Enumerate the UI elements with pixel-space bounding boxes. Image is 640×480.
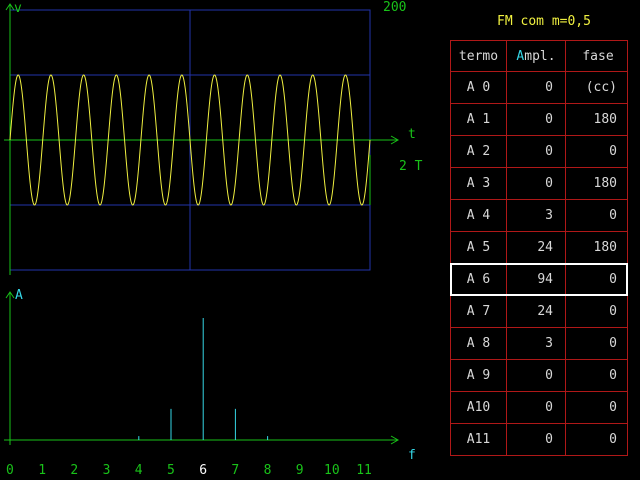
amplitude-cell: 0 [507, 72, 566, 103]
scope-axes [4, 3, 400, 275]
amplitude-cell: 0 [507, 392, 566, 423]
phase-cell: 180 [593, 112, 617, 127]
table-row[interactable]: A10 0 0 [450, 392, 628, 424]
table-title: FM com m=0,5 [497, 14, 591, 29]
term-cell: A 6 [451, 264, 507, 295]
phase-cell: 180 [593, 176, 617, 191]
frequency-tick-5: 5 [167, 463, 175, 478]
table-row[interactable]: A 900 [450, 360, 628, 392]
header-ampl-rest: mpl. [524, 49, 556, 64]
amplitude-cell: 0 [507, 424, 566, 455]
amplitude-cell: 0 [507, 104, 566, 135]
term-cell: A 5 [451, 232, 507, 263]
header-ampl: Ampl. [507, 41, 566, 72]
amplitude-cell: 0 [507, 136, 566, 167]
term-cell: A 2 [451, 136, 507, 167]
header-termo: termo [451, 41, 507, 72]
frequency-tick-10: 10 [324, 463, 340, 478]
phase-cell: 0 [609, 336, 617, 351]
table-row[interactable]: A 83 0 [450, 328, 628, 360]
spectrum-axes [4, 291, 400, 445]
frequency-tick-1: 1 [38, 463, 47, 478]
term-cell: A 8 [451, 328, 507, 359]
term-cell: A 9 [451, 360, 507, 391]
amplitude-cell: 24 [507, 296, 566, 327]
amplitude-cell: 3 [507, 328, 566, 359]
frequency-tick-6: 6 [199, 463, 208, 478]
table-row[interactable]: A 3 0 180 [450, 168, 628, 200]
time-axis-label: t [408, 127, 416, 142]
amplitude-axis-label: A [15, 288, 23, 303]
phase-cell: (cc) [585, 80, 617, 95]
table-header-row: termo Ampl. fase [450, 40, 628, 72]
phase-cell: 0 [609, 144, 617, 159]
phase-cell: 0 [609, 208, 617, 223]
frequency-tick-2: 2 [70, 463, 79, 478]
amplitude-cell: 0 [507, 360, 566, 391]
coefficient-table: termo Ampl. fase A 0 0 (cc) A 1 0 180 A 200A 3… [450, 40, 628, 456]
table-row[interactable]: A 1 0 180 [450, 104, 628, 136]
term-cell: A 3 [451, 168, 507, 199]
table-row[interactable]: A 7 24 0 [450, 296, 628, 328]
amplitude-cell: 94 [507, 264, 566, 295]
voltage-axis-label: v [14, 1, 22, 16]
frequency-axis-label: f [408, 448, 416, 463]
frequency-tick-9: 9 [295, 463, 304, 478]
frequency-tick-0: 0 [6, 463, 14, 478]
table-row[interactable]: A 43 0 [450, 200, 628, 232]
phase-cell: 0 [609, 272, 617, 287]
scale-value-label: 200 [383, 0, 407, 15]
period-label: 2 T [399, 159, 423, 174]
frequency-tick-11: 11 [356, 463, 372, 478]
frequency-tick-3: 3 [102, 463, 111, 478]
table-row[interactable]: A 0 0 (cc) [450, 72, 628, 104]
phase-cell: 0 [609, 304, 617, 319]
amplitude-cell: 24 [507, 232, 566, 263]
header-fase: fase [582, 49, 614, 64]
frequency-tick-4: 4 [134, 463, 143, 478]
phase-cell: 0 [609, 432, 617, 447]
phase-cell: 0 [609, 400, 617, 415]
term-cell: A10 [451, 392, 507, 423]
table-row[interactable]: A11 0 0 [450, 424, 628, 456]
term-cell: A 0 [451, 72, 507, 103]
frequency-tick-8: 8 [263, 463, 272, 478]
amplitude-cell: 0 [507, 168, 566, 199]
table-row[interactable]: A 200 [450, 136, 628, 168]
table-row[interactable]: A 6 94 0 [450, 264, 628, 296]
term-cell: A11 [451, 424, 507, 455]
phase-cell: 0 [609, 368, 617, 383]
term-cell: A 7 [451, 296, 507, 327]
frequency-tick-7: 7 [231, 463, 240, 478]
term-cell: A 4 [451, 200, 507, 231]
table-row[interactable]: A 5 24 180 [450, 232, 628, 264]
term-cell: A 1 [451, 104, 507, 135]
spectrum-bars [138, 318, 269, 440]
phase-cell: 180 [593, 240, 617, 255]
amplitude-cell: 3 [507, 200, 566, 231]
